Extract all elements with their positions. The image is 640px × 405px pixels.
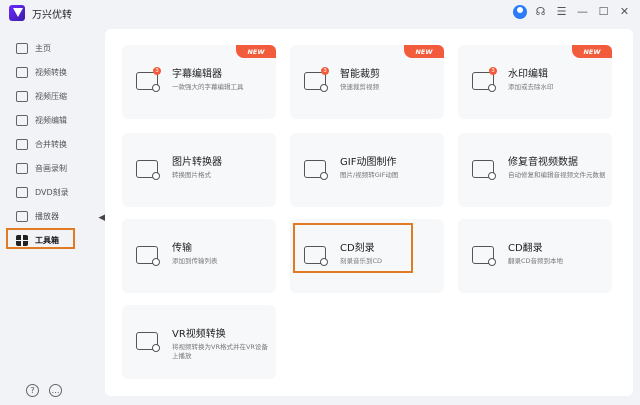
tool-desc: 一款强大的字幕编辑工具 xyxy=(172,83,244,91)
sidebar-item-label: 主页 xyxy=(35,43,51,53)
tool-card-subtitle-editor[interactable]: 3 字幕编辑器 一款强大的字幕编辑工具 NEW xyxy=(122,45,276,119)
vr-icon xyxy=(136,332,160,352)
tool-card-image-converter[interactable]: 图片转换器 转换图片格式 xyxy=(122,133,276,207)
sidebar-item-video-compress[interactable]: 视频压缩 xyxy=(0,84,96,108)
player-icon xyxy=(16,210,28,222)
sidebar-item-merge[interactable]: 合并转换 xyxy=(0,132,96,156)
tool-title: 智能裁剪 xyxy=(340,69,380,80)
sidebar-item-home[interactable]: 主页 xyxy=(0,36,96,60)
cd-rip-icon xyxy=(472,246,496,266)
count-badge: 3 xyxy=(321,67,329,75)
tool-title: GIF动图制作 xyxy=(340,157,397,168)
tool-title: 图片转换器 xyxy=(172,157,222,168)
sidebar: 主页 视频转换 视频压缩 视频编辑 合并转换 音画录制 DVD刻录 播放器 工具… xyxy=(0,36,96,252)
tool-desc: 自动修复和编辑音视频文件元数据 xyxy=(508,171,606,179)
user-icon[interactable] xyxy=(512,4,527,19)
sidebar-item-video-convert[interactable]: 视频转换 xyxy=(0,60,96,84)
sidebar-item-video-edit[interactable]: 视频编辑 xyxy=(0,108,96,132)
tool-card-gif-maker[interactable]: GIF动图制作 图片/视频转GIF动图 xyxy=(290,133,444,207)
minimize-icon[interactable]: — xyxy=(575,4,590,19)
tool-card-repair-metadata[interactable]: 修复音视频数据 自动修复和编辑音视频文件元数据 xyxy=(458,133,612,207)
transfer-icon xyxy=(136,246,160,266)
compress-icon xyxy=(16,90,28,102)
help-icon[interactable]: ? xyxy=(26,384,39,397)
tool-title: 水印编辑 xyxy=(508,69,548,80)
record-icon xyxy=(16,162,28,174)
tool-card-ai-crop[interactable]: 3 智能裁剪 快速裁剪视频 NEW xyxy=(290,45,444,119)
active-nav-highlight xyxy=(6,228,75,249)
sidebar-item-label: 视频压缩 xyxy=(35,91,67,101)
sidebar-item-label: 音画录制 xyxy=(35,163,67,173)
tool-title: 修复音视频数据 xyxy=(508,157,578,168)
home-icon xyxy=(16,42,28,54)
sidebar-item-dvd[interactable]: DVD刻录 xyxy=(0,180,96,204)
repair-icon xyxy=(472,160,496,180)
tool-desc: 快速裁剪视频 xyxy=(340,83,379,91)
tool-desc: 图片/视频转GIF动图 xyxy=(340,171,399,179)
headset-icon[interactable]: ☊ xyxy=(533,4,548,19)
close-icon[interactable]: ✕ xyxy=(617,4,632,19)
sidebar-item-record[interactable]: 音画录制 xyxy=(0,156,96,180)
gif-icon xyxy=(304,160,328,180)
tool-title: 字幕编辑器 xyxy=(172,69,222,80)
app-logo-icon xyxy=(9,5,25,21)
sidebar-item-label: 视频转换 xyxy=(35,67,67,77)
sidebar-item-label: 合并转换 xyxy=(35,139,67,149)
tool-desc: 转换图片格式 xyxy=(172,171,211,179)
image-convert-icon xyxy=(136,160,160,180)
tool-title: CD翻录 xyxy=(508,243,543,254)
tool-desc: 添加到传输列表 xyxy=(172,257,218,265)
scissors-icon xyxy=(16,114,28,126)
tool-desc: 将视频转换为VR格式并在VR设备上播放 xyxy=(172,343,268,360)
sidebar-item-label: 视频编辑 xyxy=(35,115,67,125)
tool-card-cd-rip[interactable]: CD翻录 翻录CD音频到本地 xyxy=(458,219,612,293)
maximize-icon[interactable]: ☐ xyxy=(596,4,611,19)
cd-burn-highlight xyxy=(293,223,413,273)
new-badge: NEW xyxy=(236,45,276,58)
new-badge: NEW xyxy=(404,45,444,58)
video-convert-icon xyxy=(16,66,28,78)
sidebar-item-label: DVD刻录 xyxy=(35,187,69,197)
tool-desc: 翻录CD音频到本地 xyxy=(508,257,564,265)
sidebar-item-label: 播放器 xyxy=(35,211,59,221)
tool-card-watermark[interactable]: 3 水印编辑 添加或去除水印 NEW xyxy=(458,45,612,119)
tool-card-vr-convert[interactable]: VR视频转换 将视频转换为VR格式并在VR设备上播放 xyxy=(122,305,276,379)
menu-icon[interactable]: ☰ xyxy=(554,4,569,19)
disc-icon xyxy=(16,186,28,198)
app-title: 万兴优转 xyxy=(32,10,72,21)
tool-title: VR视频转换 xyxy=(172,329,226,340)
title-bar: 万兴优转 ☊ ☰ — ☐ ✕ xyxy=(0,0,640,26)
count-badge: 3 xyxy=(153,67,161,75)
new-badge: NEW xyxy=(572,45,612,58)
tool-title: 传输 xyxy=(172,243,192,254)
sidebar-item-player[interactable]: 播放器 xyxy=(0,204,96,228)
tool-desc: 添加或去除水印 xyxy=(508,83,554,91)
feedback-icon[interactable]: … xyxy=(49,384,62,397)
merge-icon xyxy=(16,138,28,150)
tool-card-transfer[interactable]: 传输 添加到传输列表 xyxy=(122,219,276,293)
count-badge: 3 xyxy=(489,67,497,75)
